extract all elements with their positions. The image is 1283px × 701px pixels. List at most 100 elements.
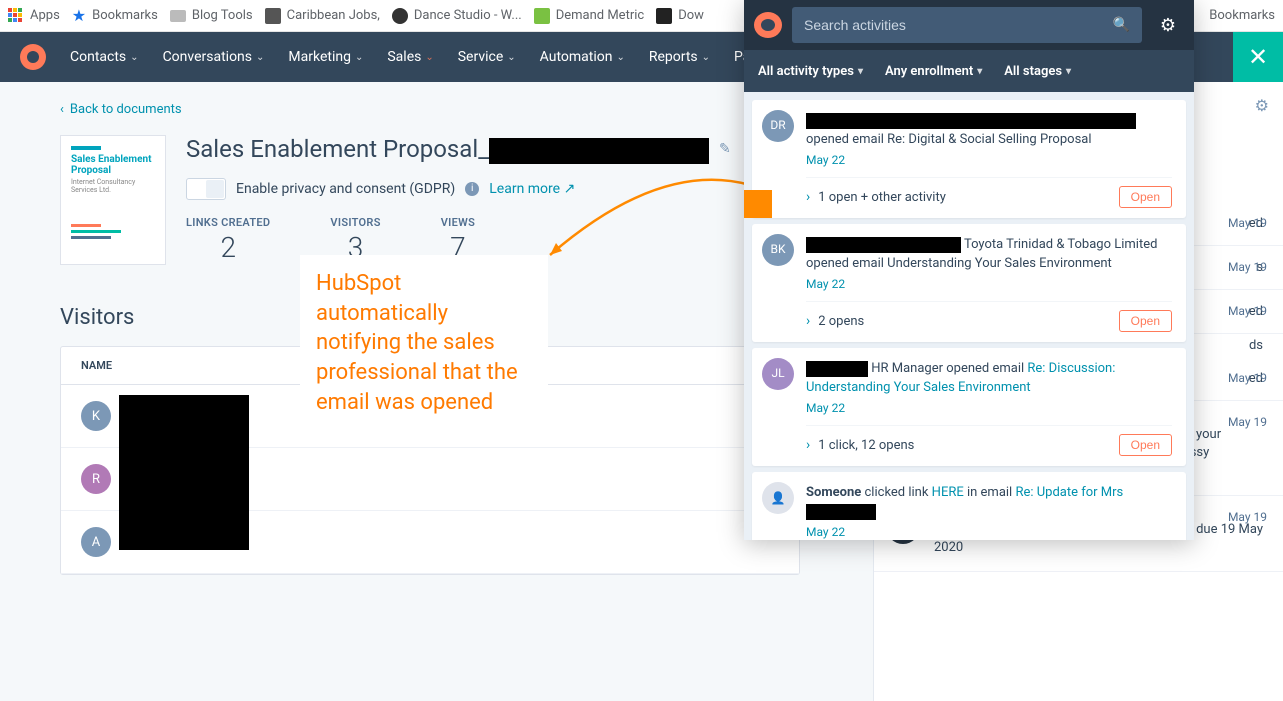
chevron-right-icon[interactable]: › [806, 437, 810, 453]
blog-tools-bookmark[interactable]: Blog Tools [170, 8, 253, 23]
activity-card[interactable]: JL HR Manager opened email Re: Discussio… [752, 348, 1186, 466]
activity-feed-panel: 🔍 ⚙ All activity types ▾ Any enrollment▾ … [744, 0, 1194, 540]
chevron-down-icon: ⌄ [702, 52, 710, 63]
panel-filters: All activity types ▾ Any enrollment▾ All … [744, 50, 1194, 92]
nav-reports[interactable]: Reports ⌄ [649, 49, 710, 65]
value: 2 [186, 231, 270, 264]
edit-icon[interactable]: ✎ [719, 141, 731, 157]
annotation-marker [744, 190, 772, 218]
label: LINKS CREATED [186, 216, 270, 229]
gear-icon[interactable]: ⚙ [1255, 96, 1269, 115]
panel-body[interactable]: DR opened email Re: Digital & Social Sel… [744, 92, 1194, 540]
demand-metric-bookmark[interactable]: Demand Metric [534, 8, 645, 24]
chevron-down-icon: ⌄ [355, 52, 363, 63]
label: Marketing [288, 49, 351, 65]
search-input-wrapper[interactable]: 🔍 [792, 7, 1142, 43]
caribbean-label: Caribbean Jobs, [287, 8, 380, 23]
label: VIEWS [441, 216, 475, 229]
chevron-right-icon[interactable]: › [806, 189, 810, 205]
body-text: in email [964, 485, 1016, 500]
activity-card[interactable]: DR opened email Re: Digital & Social Sel… [752, 100, 1186, 218]
card-body: opened email Re: Digital & Social Sellin… [806, 112, 1172, 150]
filter-enrollment[interactable]: Any enrollment▾ [885, 64, 982, 79]
summary: 1 open + other activity [818, 190, 946, 205]
info-icon[interactable]: i [465, 182, 479, 196]
label: Reports [649, 49, 698, 65]
nav-service[interactable]: Service⌄ [458, 49, 516, 65]
label: All stages [1004, 64, 1062, 79]
label: VISITORS [330, 216, 380, 229]
chevron-right-icon[interactable]: › [806, 313, 810, 329]
annotation-callout: HubSpot automatically notifying the sale… [300, 255, 548, 431]
dow-label: Dow [678, 8, 704, 23]
search-input[interactable] [804, 17, 1105, 33]
date: May 19 [1228, 371, 1267, 385]
redacted [489, 138, 709, 164]
label: All activity types [758, 64, 854, 79]
summary: 2 opens [818, 314, 864, 329]
body-text: clicked link [861, 485, 931, 500]
redacted [806, 504, 876, 520]
nav-contacts[interactable]: Contacts ⌄ [70, 49, 139, 65]
email-link[interactable]: Re: Update for Mrs [1015, 485, 1123, 500]
bookmarks-bookmark[interactable]: ★Bookmarks [72, 6, 158, 25]
filter-stages[interactable]: All stages▾ [1004, 64, 1071, 79]
date: May 19 [1228, 415, 1267, 429]
filter-activity-types[interactable]: All activity types ▾ [758, 64, 863, 79]
gear-icon[interactable]: ⚙ [1152, 15, 1184, 36]
open-button[interactable]: Open [1119, 310, 1172, 332]
back-link-label: Back to documents [70, 102, 182, 117]
chevron-down-icon: ⌄ [130, 52, 138, 63]
chevron-down-icon: ⌄ [425, 52, 433, 63]
nav-sales[interactable]: Sales ⌄ [387, 49, 433, 65]
avatar: A [81, 527, 111, 557]
label: Service [458, 49, 504, 65]
stat-links-created: LINKS CREATED 2 [186, 216, 270, 264]
search-icon[interactable]: 🔍 [1113, 17, 1130, 33]
chevron-left-icon: ‹ [60, 102, 64, 117]
date: May 22 [806, 276, 1172, 293]
label: Sales [387, 49, 421, 65]
open-button[interactable]: Open [1119, 434, 1172, 456]
gdpr-toggle[interactable] [186, 178, 226, 200]
avatar: R [81, 464, 111, 494]
apps-bookmark[interactable]: Apps [8, 8, 60, 24]
favicon-icon [656, 8, 672, 24]
avatar: BK [762, 234, 794, 266]
nav-marketing[interactable]: Marketing ⌄ [288, 49, 363, 65]
label: Any enrollment [885, 64, 973, 79]
chevron-down-icon: ⌄ [616, 52, 624, 63]
nav-conversations[interactable]: Conversations⌄ [163, 49, 265, 65]
card-body: Someone clicked link HERE in email Re: U… [806, 484, 1172, 522]
nav-automation[interactable]: Automation⌄ [540, 49, 625, 65]
favicon-icon [265, 8, 281, 24]
activity-card[interactable]: 👤 Someone clicked link HERE in email Re:… [752, 472, 1186, 540]
activity-card[interactable]: BK Toyota Trinidad & Tobago Limited open… [752, 224, 1186, 342]
hubspot-sprocket-icon[interactable] [754, 12, 782, 38]
avatar: JL [762, 358, 794, 390]
dow-bookmark[interactable]: Dow [656, 8, 704, 24]
date: May 19 [1228, 510, 1267, 524]
avatar: 👤 [762, 482, 794, 514]
close-sidebar-button[interactable]: ✕ [1233, 32, 1283, 82]
redacted [806, 361, 868, 377]
card-body: HR Manager opened email Re: Discussion: … [806, 360, 1172, 398]
blogtools-label: Blog Tools [192, 8, 253, 23]
star-icon: ★ [72, 6, 86, 25]
nav-contacts-label: Contacts [70, 49, 126, 65]
document-thumbnail[interactable]: Sales Enablement Proposal Internet Consu… [60, 135, 166, 265]
favicon-icon [534, 8, 550, 24]
chevron-down-icon: ⌄ [507, 52, 515, 63]
dance-label: Dance Studio - W... [414, 8, 522, 23]
thumb-sub: Internet Consultancy Services Ltd. [71, 178, 155, 194]
hubspot-sprocket-icon[interactable] [20, 44, 46, 70]
avatar: DR [762, 110, 794, 142]
chevron-down-icon: ▾ [858, 66, 863, 77]
thumb-title: Sales Enablement Proposal [71, 154, 155, 176]
dance-studio-bookmark[interactable]: Dance Studio - W... [392, 8, 522, 24]
body-text: opened email Re: Digital & Social Sellin… [806, 132, 1092, 147]
right-bookmarks[interactable]: Bookmarks [1209, 8, 1275, 23]
link[interactable]: HERE [932, 485, 964, 500]
caribbean-jobs-bookmark[interactable]: Caribbean Jobs, [265, 8, 380, 24]
open-button[interactable]: Open [1119, 186, 1172, 208]
